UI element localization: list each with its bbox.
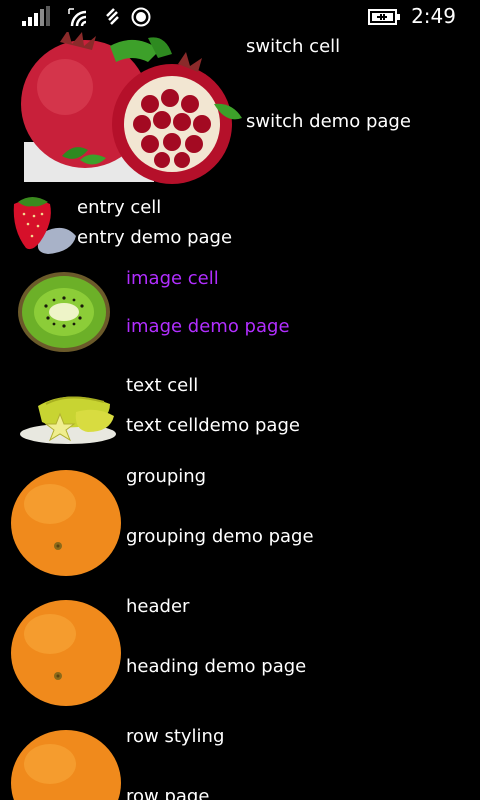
list-item-text-cell[interactable]: text cell text celldemo page [0,370,480,460]
list-item-row-styling[interactable]: row styling row page [0,722,480,800]
list-item-switch-cell[interactable]: switch cell switch demo page [0,32,480,184]
list-item-title: text cell [126,375,199,396]
pomegranate-image [21,32,242,184]
signal-strength-icon [22,6,50,26]
list-item-subtitle: heading demo page [126,656,307,677]
wifi-icon [68,8,87,27]
list-item-subtitle: row page [126,786,210,800]
starfruit-image [20,396,116,444]
data-sync-icon [106,8,119,25]
list-item-title: grouping [126,466,207,487]
list-item-title: image cell [126,268,219,289]
kiwi-image [18,272,110,352]
list-item-title: row styling [126,726,225,747]
list-item-subtitle: grouping demo page [126,526,314,547]
orange-image [11,470,121,576]
orange-image [11,600,121,706]
list-item-title: entry cell [77,197,162,218]
orange-image [11,730,121,800]
list-item-subtitle: switch demo page [246,111,411,132]
list-item-title: switch cell [246,36,341,57]
battery-charging-icon [368,9,400,25]
strawberry-image [13,197,76,254]
list-item-grouping[interactable]: grouping grouping demo page [0,462,480,586]
list-item-entry-cell[interactable]: entry cell entry demo page [0,188,480,260]
status-bar: 2:49 [0,0,480,32]
list-item-image-cell[interactable]: image cell image demo page [0,262,480,362]
clock: 2:49 [411,4,456,28]
list-item-subtitle: text celldemo page [126,415,300,436]
list-item-subtitle: image demo page [126,316,290,337]
list-item-header[interactable]: header heading demo page [0,592,480,716]
location-icon [131,7,151,27]
list-item-title: header [126,596,190,617]
list-item-subtitle: entry demo page [77,227,233,248]
